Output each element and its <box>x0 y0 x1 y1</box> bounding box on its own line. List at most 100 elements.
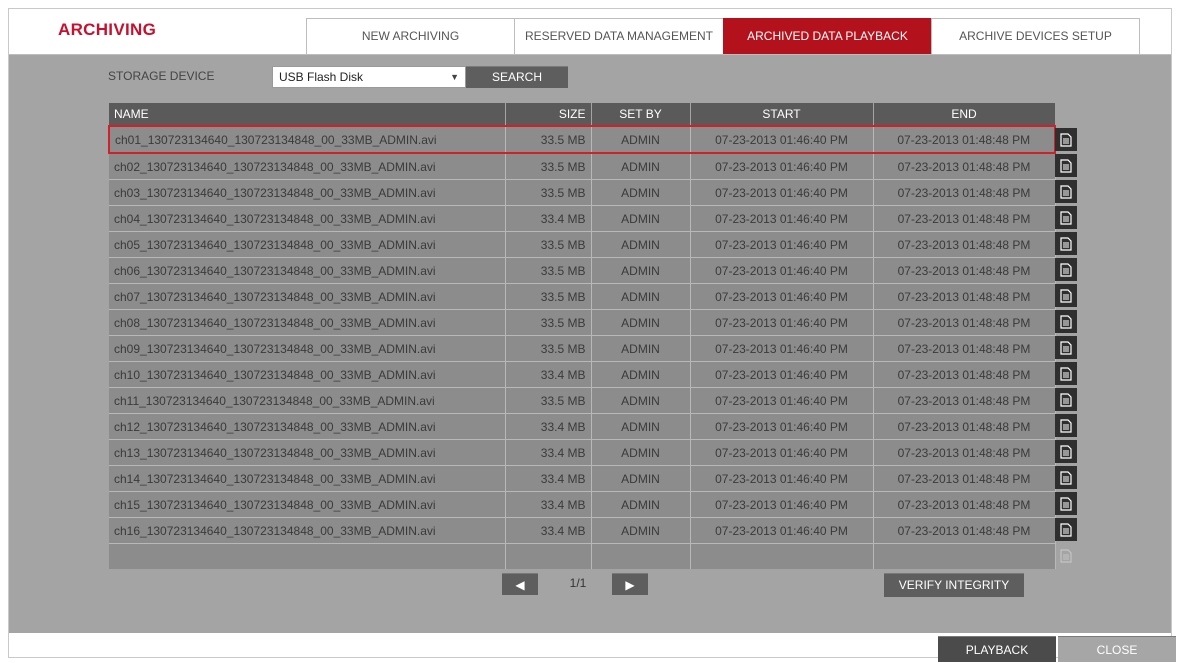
cell-end: 07-23-2013 01:48:48 PM <box>873 179 1056 206</box>
cell-end: 07-23-2013 01:48:48 PM <box>873 205 1056 232</box>
cell-name: ch01_130723134640_130723134848_00_33MB_A… <box>108 125 506 154</box>
cell-start: 07-23-2013 01:46:40 PM <box>690 231 874 258</box>
cell-name: ch07_130723134640_130723134848_00_33MB_A… <box>109 283 506 310</box>
document-icon[interactable] <box>1055 518 1077 541</box>
cell-set-by: ADMIN <box>591 387 691 414</box>
document-icon[interactable] <box>1055 128 1077 151</box>
table-row[interactable]: ch04_130723134640_130723134848_00_33MB_A… <box>109 205 1056 232</box>
document-icon[interactable] <box>1055 154 1077 177</box>
table-row[interactable]: ch03_130723134640_130723134848_00_33MB_A… <box>109 179 1056 206</box>
document-icon[interactable] <box>1055 258 1077 281</box>
storage-device-value: USB Flash Disk <box>279 70 364 84</box>
prev-page-button[interactable]: ◀ <box>502 573 538 595</box>
table-row[interactable]: ch16_130723134640_130723134848_00_33MB_A… <box>109 517 1056 544</box>
document-icon[interactable] <box>1055 492 1077 515</box>
cell-end: 07-23-2013 01:48:48 PM <box>873 439 1056 466</box>
cell-name: ch02_130723134640_130723134848_00_33MB_A… <box>109 152 506 180</box>
next-page-button[interactable]: ▶ <box>612 573 648 595</box>
storage-device-select[interactable]: USB Flash Disk ▼ <box>272 66 466 88</box>
cell-set-by: ADMIN <box>591 257 691 284</box>
cell-start: 07-23-2013 01:46:40 PM <box>690 179 874 206</box>
cell-set-by: ADMIN <box>591 413 691 440</box>
verify-integrity-button[interactable]: VERIFY INTEGRITY <box>884 573 1024 597</box>
document-icon[interactable] <box>1055 440 1077 463</box>
document-icon[interactable] <box>1055 310 1077 333</box>
tab-new-archiving[interactable]: NEW ARCHIVING <box>306 18 515 54</box>
table-row[interactable]: ch07_130723134640_130723134848_00_33MB_A… <box>109 283 1056 310</box>
cell-end: 07-23-2013 01:48:48 PM <box>873 125 1056 154</box>
cell-end: 07-23-2013 01:48:48 PM <box>873 465 1056 492</box>
tab-archive-devices-setup[interactable]: ARCHIVE DEVICES SETUP <box>931 18 1140 54</box>
tab-archived-data-playback[interactable]: ARCHIVED DATA PLAYBACK <box>723 18 932 54</box>
cell-set-by: ADMIN <box>591 439 691 466</box>
tab-reserved-data-management[interactable]: RESERVED DATA MANAGEMENT <box>514 18 724 54</box>
cell-end: 07-23-2013 01:48:48 PM <box>873 335 1056 362</box>
table-row[interactable]: ch02_130723134640_130723134848_00_33MB_A… <box>109 152 1056 180</box>
cell-name: ch11_130723134640_130723134848_00_33MB_A… <box>109 387 506 414</box>
cell-name: ch09_130723134640_130723134848_00_33MB_A… <box>109 335 506 362</box>
document-icon[interactable] <box>1055 284 1077 307</box>
cell-size: 33.5 MB <box>505 335 592 362</box>
cell-start: 07-23-2013 01:46:40 PM <box>690 439 874 466</box>
empty-row <box>109 543 1056 569</box>
column-header-end[interactable]: END <box>873 103 1056 126</box>
cell-name: ch13_130723134640_130723134848_00_33MB_A… <box>109 439 506 466</box>
close-button[interactable]: CLOSE <box>1058 636 1176 662</box>
cell-start: 07-23-2013 01:46:40 PM <box>690 152 874 180</box>
row-action-column <box>1055 128 1079 570</box>
cell-end: 07-23-2013 01:48:48 PM <box>873 413 1056 440</box>
empty-cell <box>505 543 592 569</box>
document-icon[interactable] <box>1055 336 1077 359</box>
cell-set-by: ADMIN <box>591 283 691 310</box>
document-icon[interactable] <box>1055 388 1077 411</box>
table-row[interactable]: ch12_130723134640_130723134848_00_33MB_A… <box>109 413 1056 440</box>
cell-name: ch14_130723134640_130723134848_00_33MB_A… <box>109 465 506 492</box>
table-row[interactable]: ch13_130723134640_130723134848_00_33MB_A… <box>109 439 1056 466</box>
cell-start: 07-23-2013 01:46:40 PM <box>690 335 874 362</box>
search-button[interactable]: SEARCH <box>466 66 568 88</box>
cell-size: 33.4 MB <box>505 517 592 544</box>
column-header-set-by[interactable]: SET BY <box>591 103 691 126</box>
cell-start: 07-23-2013 01:46:40 PM <box>690 257 874 284</box>
cell-size: 33.5 MB <box>505 231 592 258</box>
cell-name: ch05_130723134640_130723134848_00_33MB_A… <box>109 231 506 258</box>
cell-set-by: ADMIN <box>591 231 691 258</box>
archive-table: NAME SIZE SET BY START END ch01_13072313… <box>108 103 1056 569</box>
document-icon[interactable] <box>1055 362 1077 385</box>
document-icon[interactable] <box>1055 232 1077 255</box>
cell-set-by: ADMIN <box>591 491 691 518</box>
cell-name: ch06_130723134640_130723134848_00_33MB_A… <box>109 257 506 284</box>
table-row[interactable]: ch06_130723134640_130723134848_00_33MB_A… <box>109 257 1056 284</box>
cell-start: 07-23-2013 01:46:40 PM <box>690 491 874 518</box>
cell-size: 33.4 MB <box>505 361 592 388</box>
cell-end: 07-23-2013 01:48:48 PM <box>873 491 1056 518</box>
document-icon[interactable] <box>1055 414 1077 437</box>
cell-size: 33.4 MB <box>505 439 592 466</box>
chevron-down-icon: ▼ <box>450 72 459 82</box>
cell-size: 33.5 MB <box>505 387 592 414</box>
column-header-size[interactable]: SIZE <box>505 103 592 126</box>
storage-device-label: STORAGE DEVICE <box>108 69 215 83</box>
cell-name: ch15_130723134640_130723134848_00_33MB_A… <box>109 491 506 518</box>
table-row[interactable]: ch10_130723134640_130723134848_00_33MB_A… <box>109 361 1056 388</box>
cell-end: 07-23-2013 01:48:48 PM <box>873 517 1056 544</box>
document-icon[interactable] <box>1055 206 1077 229</box>
table-row[interactable]: ch01_130723134640_130723134848_00_33MB_A… <box>108 125 1056 154</box>
table-row[interactable]: ch09_130723134640_130723134848_00_33MB_A… <box>109 335 1056 362</box>
table-row[interactable]: ch15_130723134640_130723134848_00_33MB_A… <box>109 491 1056 518</box>
table-row[interactable]: ch11_130723134640_130723134848_00_33MB_A… <box>109 387 1056 414</box>
column-header-name[interactable]: NAME <box>109 103 506 126</box>
column-header-start[interactable]: START <box>690 103 874 126</box>
cell-set-by: ADMIN <box>591 205 691 232</box>
cell-start: 07-23-2013 01:46:40 PM <box>690 517 874 544</box>
cell-start: 07-23-2013 01:46:40 PM <box>690 465 874 492</box>
cell-start: 07-23-2013 01:46:40 PM <box>690 413 874 440</box>
cell-name: ch12_130723134640_130723134848_00_33MB_A… <box>109 413 506 440</box>
document-icon[interactable] <box>1055 180 1077 203</box>
table-row[interactable]: ch08_130723134640_130723134848_00_33MB_A… <box>109 309 1056 336</box>
cell-set-by: ADMIN <box>591 361 691 388</box>
table-row[interactable]: ch05_130723134640_130723134848_00_33MB_A… <box>109 231 1056 258</box>
document-icon[interactable] <box>1055 466 1077 489</box>
playback-button[interactable]: PLAYBACK <box>938 636 1056 662</box>
table-row[interactable]: ch14_130723134640_130723134848_00_33MB_A… <box>109 465 1056 492</box>
